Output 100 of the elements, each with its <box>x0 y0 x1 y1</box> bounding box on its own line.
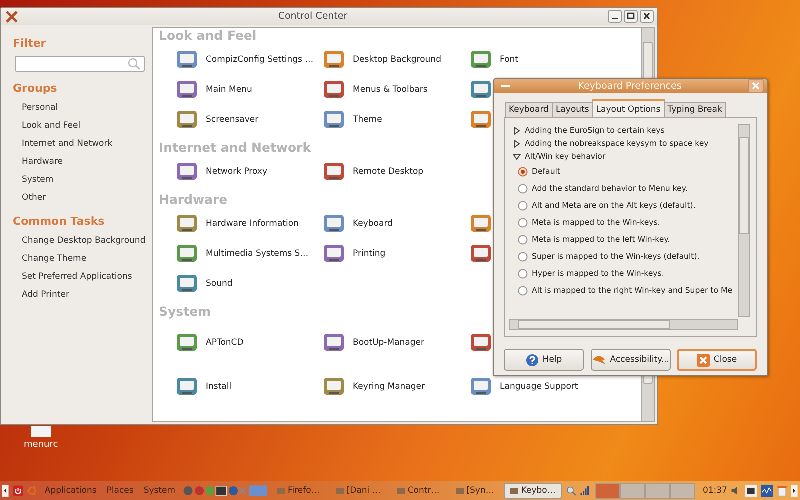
horizontal-scrollbar[interactable] <box>509 319 738 330</box>
window-icon <box>276 488 285 494</box>
radio-button[interactable] <box>518 184 528 194</box>
radio-button[interactable] <box>518 234 528 244</box>
launcher-label[interactable]: Install <box>206 382 232 392</box>
radio-button[interactable] <box>518 166 528 176</box>
sidebar-link[interactable]: Set Preferred Applications <box>22 272 151 282</box>
close-icon[interactable] <box>640 10 654 23</box>
sidebar-link[interactable]: Change Desktop Background <box>22 236 151 246</box>
sidebar-link[interactable]: Internet and Network <box>22 139 151 149</box>
task-button[interactable]: Contr… <box>390 482 446 498</box>
app-tile-icon[interactable] <box>176 109 198 131</box>
tab[interactable]: Layouts <box>552 102 594 117</box>
radio-button[interactable] <box>518 268 528 278</box>
expander-icon[interactable] <box>513 126 521 134</box>
app-tile-icon[interactable] <box>176 213 198 235</box>
app-tile-icon[interactable] <box>323 79 345 101</box>
launcher-label[interactable]: APTonCD <box>206 338 244 348</box>
sidebar-link[interactable]: Add Printer <box>22 290 151 300</box>
maximize-icon[interactable] <box>624 10 638 23</box>
app-tile-icon[interactable] <box>323 243 345 265</box>
radio-button[interactable] <box>518 218 528 228</box>
sidebar-link[interactable]: System <box>22 175 151 185</box>
radio-button[interactable] <box>518 252 528 262</box>
monitor-icon[interactable] <box>744 482 757 498</box>
app-tile-icon[interactable] <box>323 332 345 354</box>
help-icon <box>526 354 539 366</box>
app-tile-icon[interactable] <box>470 79 492 101</box>
app-tile-icon[interactable] <box>176 273 198 295</box>
launcher-label[interactable]: Language Support <box>500 382 578 392</box>
app-tile-icon[interactable] <box>470 376 492 398</box>
launcher-label[interactable]: Keyboard <box>353 219 393 229</box>
launcher-label[interactable]: BootUp-Manager <box>353 338 425 348</box>
task-button[interactable]: [Dani … <box>330 482 387 498</box>
app-tile-icon[interactable] <box>470 332 492 354</box>
launcher-label[interactable]: Sound <box>206 279 233 289</box>
app-tile-icon[interactable] <box>176 243 198 265</box>
launcher-label[interactable]: Main Menu <box>206 85 252 95</box>
minimize-icon[interactable] <box>608 10 622 23</box>
window-icon <box>456 488 464 494</box>
expander-icon[interactable] <box>513 152 521 160</box>
task-button[interactable]: Keybo… <box>504 482 562 498</box>
tab[interactable]: Keyboard <box>505 102 553 117</box>
launcher-label[interactable]: Hardware Information <box>206 219 299 229</box>
close-button[interactable]: Close <box>677 349 757 371</box>
tab[interactable]: Layout Options <box>592 99 665 117</box>
app-tile-icon[interactable] <box>470 213 492 235</box>
launcher-label[interactable]: Menus & Toolbars <box>353 85 428 95</box>
filter-field[interactable] <box>15 56 145 72</box>
launcher-label[interactable]: Network Proxy <box>206 167 268 177</box>
app-tile-icon[interactable] <box>470 243 492 265</box>
launcher-label[interactable]: Multimedia Systems S… <box>206 249 309 259</box>
quick-launch-drawing[interactable] <box>182 482 267 498</box>
app-tile-icon[interactable] <box>176 332 198 354</box>
panel-menu[interactable]: Places <box>106 486 134 496</box>
sidebar-heading: Filter <box>13 37 48 50</box>
radio-button[interactable] <box>518 200 528 210</box>
sidebar-link[interactable]: Change Theme <box>22 254 151 264</box>
sidebar-link[interactable]: Other <box>22 193 151 203</box>
launcher-label[interactable]: Keyring Manager <box>353 382 426 392</box>
app-tile-icon[interactable] <box>323 109 345 131</box>
close-icon <box>696 354 710 366</box>
panel-menu[interactable]: System <box>144 486 176 496</box>
app-tile-icon[interactable] <box>470 109 492 131</box>
signal-bars-icon[interactable] <box>580 484 591 498</box>
clock[interactable]: 01:37 <box>702 486 728 496</box>
tab[interactable]: Typing Break <box>664 102 726 117</box>
app-tile-icon[interactable] <box>323 161 345 183</box>
app-tile-icon[interactable] <box>470 49 492 71</box>
launcher-label[interactable]: Printing <box>353 249 386 259</box>
launcher-label[interactable]: Desktop Background <box>353 55 442 65</box>
sidebar-link[interactable]: Look and Feel <box>22 121 151 131</box>
launcher-label[interactable]: CompizConfig Settings … <box>206 55 314 65</box>
power-icon[interactable] <box>12 484 24 498</box>
app-tile-icon[interactable] <box>323 49 345 71</box>
help-button[interactable]: Help <box>504 349 584 371</box>
launcher-label[interactable]: Remote Desktop <box>353 167 424 177</box>
window-icon <box>510 488 518 494</box>
sidebar-link[interactable]: Hardware <box>22 157 151 167</box>
expander-icon[interactable] <box>513 140 521 148</box>
app-tile-icon[interactable] <box>323 213 345 235</box>
launcher-label[interactable]: Theme <box>353 115 382 125</box>
graph-icon[interactable] <box>760 482 773 498</box>
file-icon[interactable] <box>31 426 52 437</box>
window-title: Control Center <box>277 11 349 22</box>
app-tile-icon[interactable] <box>176 161 198 183</box>
app-tile-icon[interactable] <box>176 376 198 398</box>
accessibility-button[interactable]: Accessibility... <box>590 349 670 371</box>
scrollbar[interactable] <box>738 124 750 317</box>
task-button[interactable]: [Syn… <box>450 482 500 498</box>
app-tile-icon[interactable] <box>176 49 198 71</box>
app-tile-icon[interactable] <box>176 79 198 101</box>
sidebar-link[interactable]: Personal <box>22 103 151 113</box>
radio-button[interactable] <box>518 286 528 296</box>
curved-arrow-icon <box>592 354 606 366</box>
launcher-label[interactable]: Screensaver <box>206 115 259 125</box>
app-tile-icon[interactable] <box>323 376 345 398</box>
task-button[interactable]: Firefo… <box>270 482 326 498</box>
dialog-title: Keyboard Preferences <box>577 80 683 92</box>
launcher-label[interactable]: Font <box>500 55 519 65</box>
